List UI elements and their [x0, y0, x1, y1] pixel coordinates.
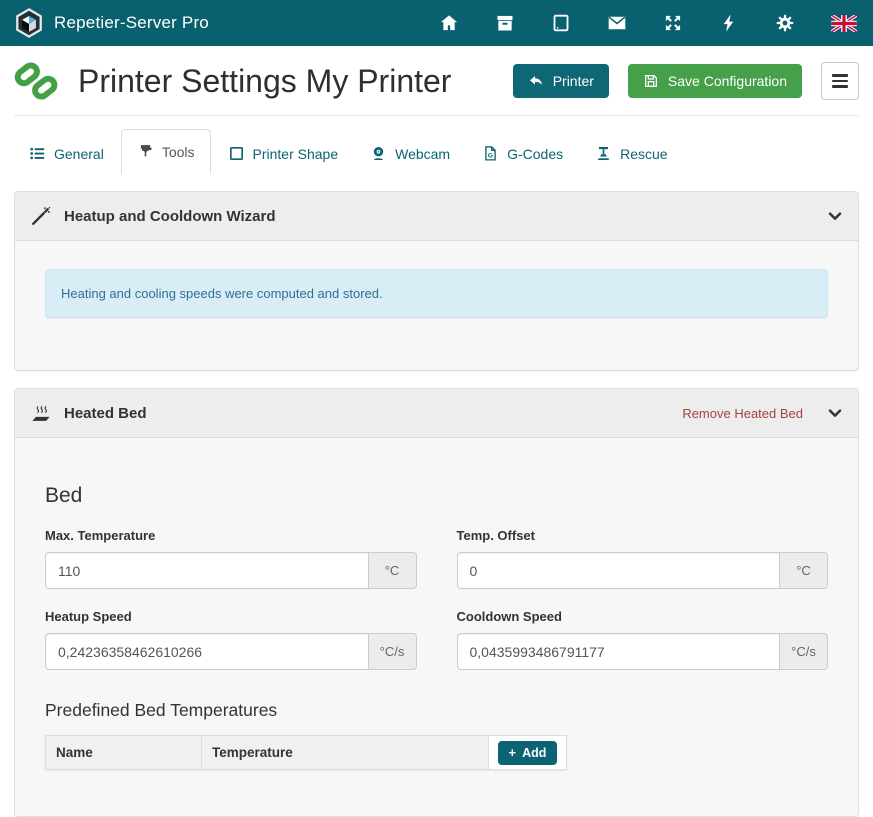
column-header-name: Name [46, 736, 202, 770]
predefined-bed-temperatures-heading: Predefined Bed Temperatures [45, 700, 828, 721]
tab-printer-shape[interactable]: Printer Shape [213, 133, 354, 174]
gcode-file-icon: G [482, 145, 499, 162]
field-label: Cooldown Speed [457, 609, 829, 624]
heated-bed-panel-header[interactable]: Heated Bed Remove Heated Bed [15, 389, 858, 438]
tab-label: General [54, 146, 104, 162]
heated-bed-panel-body: Bed Max. Temperature °C Temp. Offset °C … [15, 438, 858, 816]
bolt-icon[interactable] [719, 13, 739, 33]
printer-box-icon[interactable] [495, 13, 515, 33]
brand[interactable]: Repetier-Server Pro [14, 8, 209, 38]
cooldown-speed-input[interactable] [457, 633, 781, 670]
printer-button-label: Printer [553, 73, 594, 89]
column-header-temperature: Temperature [202, 736, 489, 770]
extruder-icon [137, 143, 154, 160]
home-icon[interactable] [439, 13, 459, 33]
tab-webcam[interactable]: Webcam [355, 133, 465, 174]
list-icon [29, 145, 46, 162]
field-label: Temp. Offset [457, 528, 829, 543]
language-flag-uk-icon[interactable] [831, 15, 857, 32]
field-heatup-speed: Heatup Speed °C/s [45, 609, 417, 670]
unit-addon: °C [780, 552, 828, 589]
field-label: Heatup Speed [45, 609, 417, 624]
square-shape-icon [228, 145, 245, 162]
tab-label: Tools [162, 144, 195, 160]
wizard-panel-header[interactable]: Heatup and Cooldown Wizard [15, 192, 858, 241]
field-label: Max. Temperature [45, 528, 417, 543]
heatup-cooldown-wizard-panel: Heatup and Cooldown Wizard Heating and c… [14, 191, 859, 371]
chevron-down-icon[interactable] [827, 208, 843, 224]
top-navbar: Repetier-Server Pro [0, 0, 873, 46]
wizard-panel-body: Heating and cooling speeds were computed… [15, 241, 858, 370]
table-header-row: Name Temperature + Add [46, 736, 567, 770]
tab-general[interactable]: General [14, 133, 119, 174]
predefined-temperatures-table: Name Temperature + Add [45, 735, 567, 770]
save-icon [643, 73, 659, 89]
bed-settings-form: Max. Temperature °C Temp. Offset °C Heat… [45, 528, 828, 670]
back-arrow-icon [528, 73, 544, 89]
unit-addon: °C/s [780, 633, 828, 670]
brand-name: Repetier-Server Pro [54, 13, 209, 33]
tab-label: Printer Shape [253, 146, 339, 162]
tab-label: Rescue [620, 146, 667, 162]
tab-label: G-Codes [507, 146, 563, 162]
mail-icon[interactable] [607, 13, 627, 33]
bed-section-heading: Bed [45, 484, 828, 508]
field-temp-offset: Temp. Offset °C [457, 528, 829, 589]
tab-tools[interactable]: Tools [121, 129, 211, 174]
header-divider [14, 115, 859, 116]
plus-icon: + [509, 746, 517, 759]
printer-button[interactable]: Printer [513, 64, 609, 98]
tab-label: Webcam [395, 146, 450, 162]
add-button-label: Add [522, 746, 546, 760]
webcam-icon [370, 145, 387, 162]
field-cooldown-speed: Cooldown Speed °C/s [457, 609, 829, 670]
repetier-logo-icon [14, 8, 44, 38]
heatup-speed-input[interactable] [45, 633, 369, 670]
save-button-label: Save Configuration [668, 73, 787, 89]
expand-icon[interactable] [663, 13, 683, 33]
info-alert: Heating and cooling speeds were computed… [45, 269, 828, 318]
tab-g-codes[interactable]: G G-Codes [467, 133, 578, 174]
add-column-cell: + Add [489, 736, 567, 770]
menu-button[interactable] [821, 62, 859, 100]
heated-bed-panel-title: Heated Bed [64, 405, 147, 422]
settings-tab-bar: General Tools Printer Shape Webcam G G-C… [14, 129, 859, 174]
unit-addon: °C [369, 552, 417, 589]
remove-heated-bed-link[interactable]: Remove Heated Bed [682, 406, 803, 421]
page-header: Printer Settings My Printer Printer Save… [0, 46, 873, 103]
wizard-panel-title: Heatup and Cooldown Wizard [64, 208, 276, 225]
magic-wand-icon [30, 205, 52, 227]
chain-link-icon [14, 59, 58, 103]
heated-bed-panel: Heated Bed Remove Heated Bed Bed Max. Te… [14, 388, 859, 817]
field-max-temperature: Max. Temperature °C [45, 528, 417, 589]
heated-bed-icon [30, 402, 52, 424]
chevron-down-icon[interactable] [827, 405, 843, 421]
add-temperature-button[interactable]: + Add [498, 741, 558, 765]
unit-addon: °C/s [369, 633, 417, 670]
settings-gear-icon[interactable] [775, 13, 795, 33]
navbar-icon-menu [439, 13, 857, 33]
max-temperature-input[interactable] [45, 552, 369, 589]
tab-rescue[interactable]: Rescue [580, 133, 682, 174]
tablet-icon[interactable] [551, 13, 571, 33]
svg-text:G: G [488, 152, 493, 159]
temp-offset-input[interactable] [457, 552, 781, 589]
page-title: Printer Settings My Printer [78, 63, 451, 100]
rescue-probe-icon [595, 145, 612, 162]
save-configuration-button[interactable]: Save Configuration [628, 64, 802, 98]
